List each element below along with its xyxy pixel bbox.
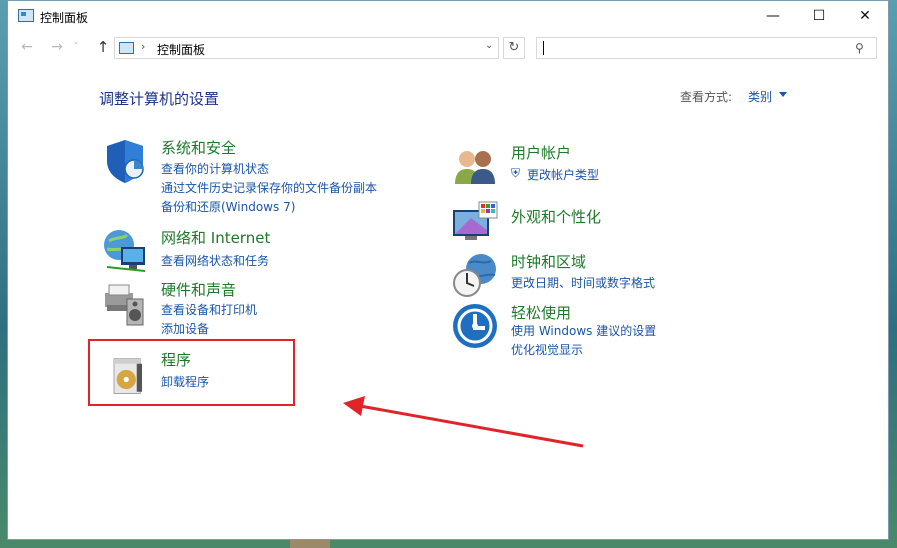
view-by-dropdown[interactable]: 类别 <box>748 88 772 105</box>
programs-disc-icon[interactable] <box>107 355 149 397</box>
main-content: 调整计算机的设置 查看方式: 类别 系统和安全 查看你的计算机状态 通过文件历史… <box>8 64 888 539</box>
link-view-computer-status[interactable]: 查看你的计算机状态 <box>161 160 269 177</box>
printer-speaker-icon[interactable] <box>101 279 149 327</box>
link-change-date-time-format[interactable]: 更改日期、时间或数字格式 <box>511 274 655 291</box>
link-change-account-type[interactable]: 更改帐户类型 <box>527 166 599 183</box>
breadcrumb-control-panel[interactable]: 控制面板 <box>157 41 205 58</box>
address-bar[interactable]: › 控制面板 ⌄ <box>114 37 499 59</box>
link-optimize-visual-display[interactable]: 优化视觉显示 <box>511 341 583 358</box>
breadcrumb-chevron-icon[interactable]: › <box>141 40 145 53</box>
address-dropdown-chevron-icon[interactable]: ⌄ <box>485 40 493 51</box>
link-backup-restore[interactable]: 备份和还原(Windows 7) <box>161 198 295 215</box>
forward-arrow-icon[interactable]: → <box>46 36 68 58</box>
category-title[interactable]: 网络和 Internet <box>161 227 270 248</box>
link-file-history-backup[interactable]: 通过文件历史记录保存你的文件备份副本 <box>161 179 377 196</box>
window-title: 控制面板 <box>40 11 89 25</box>
up-arrow-icon[interactable]: ↑ <box>92 36 114 58</box>
link-uninstall-program[interactable]: 卸载程序 <box>161 373 209 390</box>
shield-icon[interactable] <box>101 137 149 185</box>
text-caret <box>543 41 544 55</box>
monitor-palette-icon[interactable] <box>451 200 499 248</box>
ease-of-access-icon[interactable] <box>451 302 499 350</box>
uac-shield-icon: ⛨ <box>511 166 521 180</box>
close-button[interactable]: ✕ <box>842 1 888 32</box>
desktop-item <box>290 540 330 548</box>
link-add-device[interactable]: 添加设备 <box>161 320 209 337</box>
category-title[interactable]: 用户帐户 <box>511 142 571 163</box>
control-panel-small-icon <box>119 42 134 54</box>
annotation-arrow <box>343 396 584 448</box>
page-title: 调整计算机的设置 <box>99 90 220 108</box>
navigation-bar: ← → ˅ ↑ › 控制面板 ⌄ ↻ ⚲ <box>8 34 888 62</box>
link-windows-recommended-settings[interactable]: 使用 Windows 建议的设置 <box>511 322 656 339</box>
back-arrow-icon[interactable]: ← <box>16 36 38 58</box>
category-title[interactable]: 轻松使用 <box>511 302 571 323</box>
view-by-caret-icon[interactable] <box>779 92 787 97</box>
link-devices-printers[interactable]: 查看设备和打印机 <box>161 301 257 318</box>
title-bar[interactable]: 控制面板 — ☐ ✕ <box>8 1 888 32</box>
recent-locations-chevron-icon[interactable]: ˅ <box>70 36 82 58</box>
users-icon[interactable] <box>451 142 499 190</box>
category-title[interactable]: 外观和个性化 <box>511 206 601 227</box>
category-title[interactable]: 时钟和区域 <box>511 251 586 272</box>
category-title[interactable]: 系统和安全 <box>161 137 236 158</box>
control-panel-window: 控制面板 — ☐ ✕ ← → ˅ ↑ › 控制面板 ⌄ ↻ ⚲ 调整计算机的设置… <box>7 0 889 540</box>
search-icon[interactable]: ⚲ <box>855 41 864 55</box>
clock-globe-icon[interactable] <box>451 251 499 299</box>
view-by-label: 查看方式: <box>680 90 733 104</box>
maximize-button[interactable]: ☐ <box>796 1 842 32</box>
category-title[interactable]: 程序 <box>161 349 191 370</box>
control-panel-icon <box>18 9 34 22</box>
minimize-button[interactable]: — <box>750 1 796 32</box>
refresh-icon[interactable]: ↻ <box>503 37 525 59</box>
search-input[interactable]: ⚲ <box>536 37 877 59</box>
link-network-status[interactable]: 查看网络状态和任务 <box>161 252 269 269</box>
network-globe-icon[interactable] <box>101 227 149 275</box>
category-title[interactable]: 硬件和声音 <box>161 279 236 300</box>
